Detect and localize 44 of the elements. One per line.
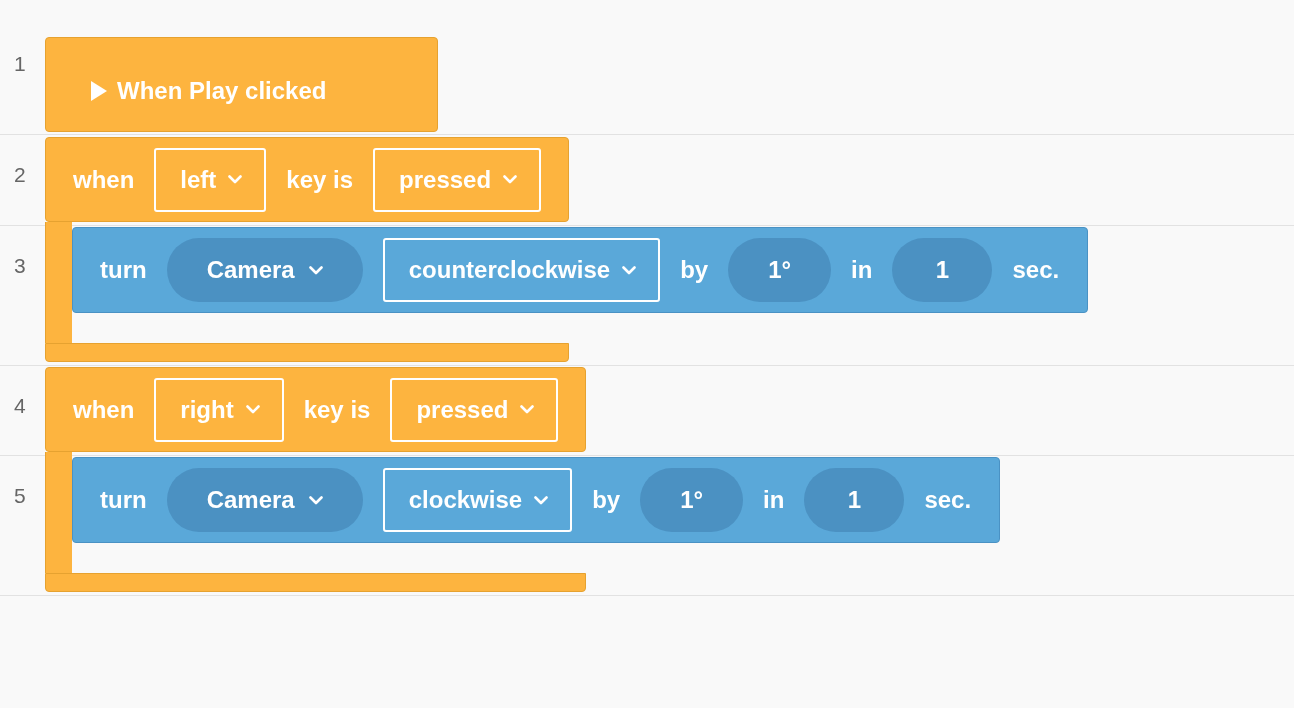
- chevron-down-icon: [308, 265, 323, 275]
- block-label: when: [73, 395, 135, 424]
- chevron-down-icon: [503, 175, 518, 184]
- block-label: key is: [286, 165, 354, 194]
- value-field[interactable]: 1°: [728, 238, 832, 302]
- block-label: by: [592, 486, 621, 514]
- value-field[interactable]: 1: [892, 238, 993, 302]
- event-block-header[interactable]: when right key is pressed: [45, 367, 587, 452]
- action-block[interactable]: turn Camera counterclockwise by 1° in 1 sec.: [72, 227, 1089, 313]
- chevron-down-icon: [228, 175, 243, 184]
- line-number: 3: [14, 254, 26, 277]
- chevron-down-icon: [520, 405, 535, 414]
- block-label: turn: [100, 486, 147, 514]
- chevron-down-icon: [245, 405, 260, 414]
- block-label: by: [680, 256, 709, 284]
- value-field[interactable]: 1: [804, 468, 905, 532]
- chevron-down-icon: [622, 265, 637, 275]
- block-label: sec.: [1012, 256, 1060, 284]
- chevron-down-icon: [534, 495, 549, 505]
- block-label: turn: [100, 256, 147, 284]
- dropdown[interactable]: left: [154, 147, 267, 212]
- play-icon: [91, 80, 107, 101]
- block-label: in: [763, 486, 785, 514]
- dropdown[interactable]: counterclockwise: [382, 238, 661, 302]
- block-label: when: [73, 165, 135, 194]
- dropdown[interactable]: pressed: [373, 147, 542, 212]
- hat-block[interactable]: When Play clicked: [45, 37, 438, 132]
- line-number: 2: [14, 163, 26, 186]
- dropdown[interactable]: Camera: [166, 238, 363, 302]
- chevron-down-icon: [308, 495, 323, 505]
- action-block[interactable]: turn Camera clockwise by 1° in 1 sec.: [72, 457, 1001, 543]
- block-label: in: [851, 256, 873, 284]
- line-number: 5: [14, 484, 26, 507]
- dropdown[interactable]: clockwise: [382, 468, 573, 532]
- value-field[interactable]: 1°: [640, 468, 744, 532]
- event-block-header[interactable]: when left key is pressed: [45, 137, 570, 222]
- dropdown[interactable]: Camera: [166, 468, 363, 532]
- dropdown[interactable]: right: [154, 377, 284, 442]
- block-label: When Play clicked: [117, 76, 327, 105]
- block-label: key is: [303, 395, 371, 424]
- block-label: sec.: [924, 486, 972, 514]
- line-number: 1: [14, 52, 26, 75]
- line-number: 4: [14, 394, 26, 417]
- dropdown[interactable]: pressed: [390, 377, 559, 442]
